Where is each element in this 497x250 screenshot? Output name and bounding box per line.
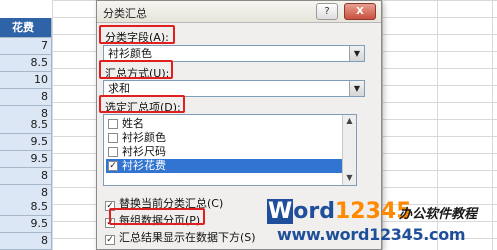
summary-items-list[interactable]: 姓名 衬衫颜色 衬衫尺码 ✓ 衬衫花费 ▲ ▼ xyxy=(103,114,357,186)
screenshot: 花费 7 8.5 10 8 8 8.5 9.5 9.5 8 8 8.5 9.5 … xyxy=(0,0,497,250)
table-cell[interactable]: 8 xyxy=(0,168,52,185)
list-item[interactable]: 衬衫尺码 xyxy=(106,145,354,159)
list-item[interactable]: 衬衫颜色 xyxy=(106,131,354,145)
chevron-down-icon[interactable]: ▼ xyxy=(343,172,356,184)
table-cell[interactable]: 9.5 xyxy=(0,216,52,233)
highlight-box xyxy=(99,25,175,44)
checkbox[interactable] xyxy=(108,133,118,143)
dialog-titlebar[interactable]: 分类汇总 ? X xyxy=(97,1,381,23)
table-cell[interactable]: 8 xyxy=(0,89,52,106)
highlight-box xyxy=(99,95,185,113)
close-button[interactable]: X xyxy=(344,3,376,20)
help-button[interactable]: ? xyxy=(316,3,338,20)
summary-below-option[interactable]: ✓ 汇总结果显示在数据下方(S) xyxy=(105,229,256,245)
checkbox[interactable] xyxy=(108,119,118,129)
option-label: 汇总结果显示在数据下方(S) xyxy=(119,231,256,244)
chevron-down-icon[interactable]: ▼ xyxy=(349,46,364,61)
logo-letter: W xyxy=(267,199,294,224)
checkbox[interactable] xyxy=(108,147,118,157)
list-item[interactable]: ✓ 衬衫花费 xyxy=(106,159,354,173)
watermark-logo: Word12345 xyxy=(267,199,412,224)
column-header[interactable]: 花费 xyxy=(0,18,52,38)
highlight-box xyxy=(99,60,173,79)
logo-text: ord xyxy=(293,199,335,224)
dialog-title: 分类汇总 xyxy=(103,7,147,20)
list-item-label: 衬衫颜色 xyxy=(122,131,166,144)
dropdown-value: 衬衫颜色 xyxy=(108,47,152,60)
highlight-box xyxy=(109,208,205,225)
list-item-label: 姓名 xyxy=(122,117,144,130)
checkbox-checked[interactable]: ✓ xyxy=(105,235,115,245)
list-item-label: 衬衫花费 xyxy=(122,159,166,172)
table-cell[interactable]: 8 xyxy=(0,233,52,250)
watermark-tagline: 办公软件教程 xyxy=(399,207,478,222)
chevron-down-icon[interactable]: ▼ xyxy=(349,81,364,96)
table-cell[interactable]: 10 xyxy=(0,72,52,89)
checkbox-checked[interactable]: ✓ xyxy=(108,161,118,171)
table-cell[interactable]: 8.5 xyxy=(0,117,52,134)
watermark-url: www.word12345.com xyxy=(277,225,466,244)
table-cell[interactable]: 8.5 xyxy=(0,55,52,72)
chevron-up-icon[interactable]: ▲ xyxy=(343,115,356,127)
list-item[interactable]: 姓名 xyxy=(106,117,354,131)
dropdown-value: 求和 xyxy=(108,82,130,95)
table-cell[interactable]: 8.5 xyxy=(0,199,52,216)
list-item-label: 衬衫尺码 xyxy=(122,145,166,158)
table-cell[interactable]: 9.5 xyxy=(0,151,52,168)
table-cell[interactable]: 9.5 xyxy=(0,134,52,151)
table-cell[interactable]: 7 xyxy=(0,38,52,55)
scrollbar[interactable]: ▲ ▼ xyxy=(342,115,356,185)
column-花费: 花费 7 8.5 10 8 8 8.5 9.5 9.5 8 8 8.5 9.5 … xyxy=(0,0,52,250)
